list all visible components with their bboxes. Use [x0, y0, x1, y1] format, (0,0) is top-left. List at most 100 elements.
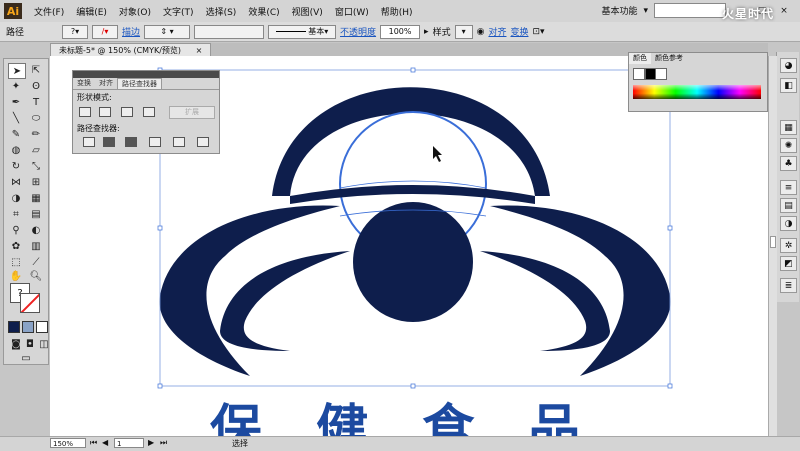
- color-mode-icon[interactable]: [8, 321, 20, 333]
- divide-icon[interactable]: [83, 137, 95, 147]
- prev-page-icon[interactable]: ◀: [102, 438, 108, 447]
- swatches-icon[interactable]: ▦: [780, 120, 797, 135]
- close-icon[interactable]: ×: [196, 46, 203, 55]
- menu-file[interactable]: 文件(F): [28, 5, 70, 18]
- artwork-title-text[interactable]: 保 健 食 品: [210, 400, 630, 436]
- tab-color-guide[interactable]: 颜色参考: [651, 53, 687, 64]
- pen-tool-icon[interactable]: ✒: [8, 95, 24, 109]
- panel-drag-bar[interactable]: [73, 71, 219, 78]
- brushes-icon[interactable]: ✺: [780, 138, 797, 153]
- tab-pathfinder[interactable]: 路径查找器: [117, 78, 162, 89]
- stroke-color-box[interactable]: [20, 293, 40, 313]
- screen-mode-icon[interactable]: ▭: [18, 351, 34, 365]
- menu-object[interactable]: 对象(O): [113, 5, 157, 18]
- recolor-icon[interactable]: ◉: [477, 27, 485, 37]
- close-icon[interactable]: ×: [776, 5, 792, 17]
- symbol-sprayer-tool-icon[interactable]: ✿: [8, 239, 24, 253]
- zoom-tool-icon[interactable]: 🔍︎: [28, 269, 44, 283]
- minus-back-icon[interactable]: [197, 137, 209, 147]
- artboard-tool-icon[interactable]: ⬚: [8, 255, 24, 269]
- style-dropdown[interactable]: ▾: [454, 24, 473, 39]
- color-panel-icon[interactable]: ◕: [780, 58, 797, 73]
- blend-tool-icon[interactable]: ◐: [28, 223, 44, 237]
- expand-button[interactable]: 扩展: [169, 106, 215, 119]
- trim-icon[interactable]: [103, 137, 115, 147]
- mesh-tool-icon[interactable]: ⌗: [8, 207, 24, 221]
- menu-effect[interactable]: 效果(C): [242, 5, 285, 18]
- blob-brush-tool-icon[interactable]: ◍: [8, 143, 24, 157]
- outline-icon[interactable]: [173, 137, 185, 147]
- scroll-thumb[interactable]: [770, 236, 776, 248]
- fill-swatch-dropdown[interactable]: ?▾: [62, 24, 89, 39]
- intersect-icon[interactable]: [121, 107, 133, 117]
- tab-color[interactable]: 颜色: [629, 53, 651, 64]
- chevron-right-icon[interactable]: ▸: [424, 27, 429, 37]
- brush-dropdown[interactable]: 基本 ▾: [268, 24, 337, 39]
- merge-icon[interactable]: [125, 137, 137, 147]
- exclude-icon[interactable]: [143, 107, 155, 117]
- menu-window[interactable]: 窗口(W): [329, 5, 375, 18]
- gradient-mode-icon[interactable]: [22, 321, 34, 333]
- transparency-icon[interactable]: ◑: [780, 216, 797, 231]
- stroke-panel-icon[interactable]: ≡: [780, 180, 797, 195]
- gradient-panel-icon[interactable]: ▤: [780, 198, 797, 213]
- align-link[interactable]: 对齐: [488, 25, 506, 38]
- slice-tool-icon[interactable]: ⟋: [28, 255, 44, 269]
- tab-align[interactable]: 对齐: [95, 78, 117, 89]
- variable-width-dropdown[interactable]: [194, 24, 265, 39]
- menu-view[interactable]: 视图(V): [286, 5, 329, 18]
- direct-selection-tool-icon[interactable]: ⇱: [28, 63, 44, 77]
- white-swatch[interactable]: [655, 68, 667, 80]
- minus-front-icon[interactable]: [99, 107, 111, 117]
- chevron-down-icon[interactable]: ▾: [643, 6, 648, 16]
- stroke-link[interactable]: 描边: [122, 25, 140, 38]
- paintbrush-tool-icon[interactable]: ✎: [8, 127, 24, 141]
- crop-icon[interactable]: [149, 137, 161, 147]
- transform-link[interactable]: 变换: [510, 25, 528, 38]
- page-input[interactable]: 1: [114, 438, 144, 448]
- perspective-grid-tool-icon[interactable]: ▦: [28, 191, 44, 205]
- color-spectrum[interactable]: [633, 85, 761, 99]
- free-transform-tool-icon[interactable]: ⊞: [28, 175, 44, 189]
- zoom-input[interactable]: 150%: [50, 438, 86, 448]
- layers-icon[interactable]: ≣: [780, 278, 797, 293]
- gradient-tool-icon[interactable]: ▤: [28, 207, 44, 221]
- column-graph-tool-icon[interactable]: ▥: [28, 239, 44, 253]
- color-guide-icon[interactable]: ◧: [780, 78, 797, 93]
- eyedropper-tool-icon[interactable]: ⚲: [8, 223, 24, 237]
- stroke-weight-stepper[interactable]: ⇕ ▾: [144, 24, 191, 39]
- width-tool-icon[interactable]: ⋈: [8, 175, 24, 189]
- menu-type[interactable]: 文字(T): [157, 5, 200, 18]
- hand-tool-icon[interactable]: ✋: [8, 269, 24, 283]
- vertical-scrollbar[interactable]: [768, 56, 777, 436]
- isolate-icon[interactable]: ⊡▾: [532, 27, 544, 37]
- selection-tool-icon[interactable]: ➤: [8, 63, 26, 79]
- rotate-tool-icon[interactable]: ↻: [8, 159, 24, 173]
- none-swatch[interactable]: [633, 68, 645, 80]
- next-page-icon[interactable]: ▶: [148, 438, 154, 447]
- symbols-icon[interactable]: ♣: [780, 156, 797, 171]
- document-tab[interactable]: 未标题-5* @ 150% (CMYK/预览) ×: [50, 43, 212, 57]
- menu-edit[interactable]: 编辑(E): [70, 5, 113, 18]
- tab-transform[interactable]: 变换: [73, 78, 95, 89]
- opacity-input[interactable]: 100%: [380, 24, 421, 39]
- graphic-styles-icon[interactable]: ◩: [780, 256, 797, 271]
- scale-tool-icon[interactable]: ⤡: [28, 159, 44, 173]
- ellipse-tool-icon[interactable]: ⬭: [28, 111, 44, 125]
- unite-icon[interactable]: [79, 107, 91, 117]
- first-page-icon[interactable]: ⏮: [90, 438, 97, 448]
- type-tool-icon[interactable]: T: [28, 95, 44, 109]
- search-input[interactable]: [654, 3, 726, 18]
- shape-builder-tool-icon[interactable]: ◑: [8, 191, 24, 205]
- last-page-icon[interactable]: ⏭: [160, 438, 167, 448]
- stroke-swatch-dropdown[interactable]: /▾: [92, 24, 119, 39]
- workspace-switcher[interactable]: 基本功能: [601, 4, 637, 17]
- menu-select[interactable]: 选择(S): [200, 5, 243, 18]
- opacity-link[interactable]: 不透明度: [340, 25, 376, 38]
- none-mode-icon[interactable]: [36, 321, 48, 333]
- appearance-icon[interactable]: ✲: [780, 238, 797, 253]
- line-tool-icon[interactable]: ╲: [8, 111, 24, 125]
- magic-wand-tool-icon[interactable]: ✦: [8, 79, 24, 93]
- menu-help[interactable]: 帮助(H): [375, 5, 419, 18]
- lasso-tool-icon[interactable]: ʘ: [28, 79, 44, 93]
